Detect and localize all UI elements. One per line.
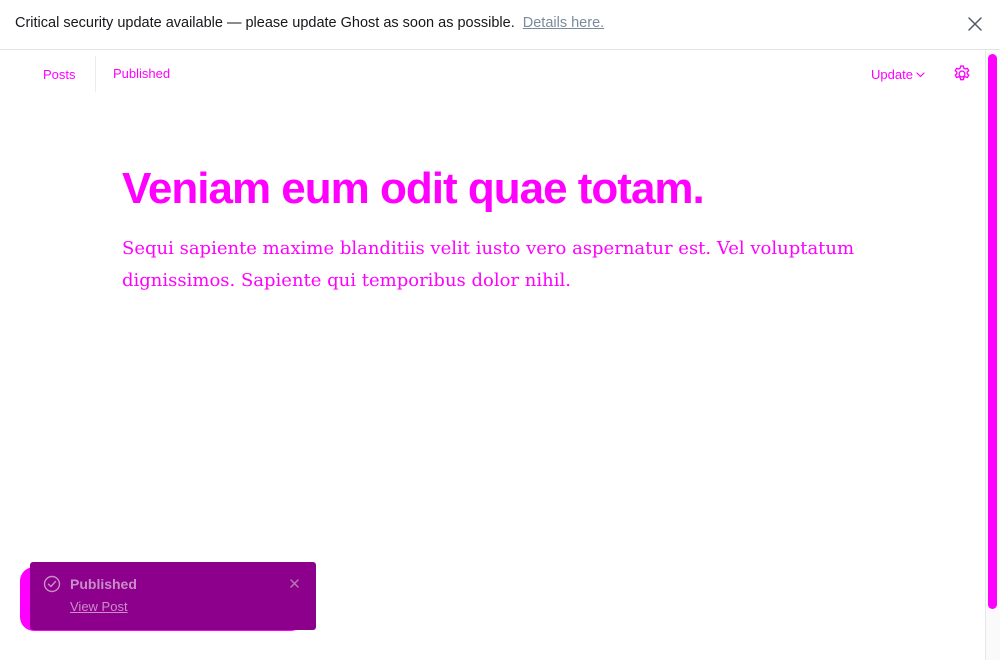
view-post-link[interactable]: View Post: [70, 599, 128, 614]
banner-message: Critical security update available — ple…: [15, 15, 604, 31]
banner-details-link[interactable]: Details here.: [523, 15, 604, 31]
post-excerpt[interactable]: Sequi sapiente maxime blanditiis velit i…: [122, 233, 862, 297]
published-toast: Published View Post: [30, 562, 316, 630]
scrollbar-thumb[interactable]: [988, 54, 997, 609]
gear-icon: [954, 65, 970, 81]
update-button-label: Update: [871, 67, 913, 82]
toast-title: Published: [70, 576, 137, 592]
update-button[interactable]: Update: [871, 67, 925, 82]
close-icon: [289, 579, 299, 588]
header-divider: [95, 56, 96, 92]
post-status: Published: [113, 66, 171, 81]
security-banner: Critical security update available — ple…: [0, 0, 1000, 50]
post-title[interactable]: Veniam eum odit quae totam.: [122, 162, 922, 216]
chevron-down-icon: [916, 71, 925, 77]
close-icon: [968, 17, 982, 31]
banner-close-button[interactable]: [964, 13, 986, 35]
check-circle-icon: [43, 575, 61, 593]
editor-header: Posts Published Update: [0, 51, 985, 95]
post-settings-button[interactable]: [952, 64, 972, 84]
banner-message-text: Critical security update available — ple…: [15, 15, 515, 31]
toast-close-button[interactable]: [287, 576, 301, 590]
breadcrumb-posts-link[interactable]: Posts: [43, 67, 76, 82]
